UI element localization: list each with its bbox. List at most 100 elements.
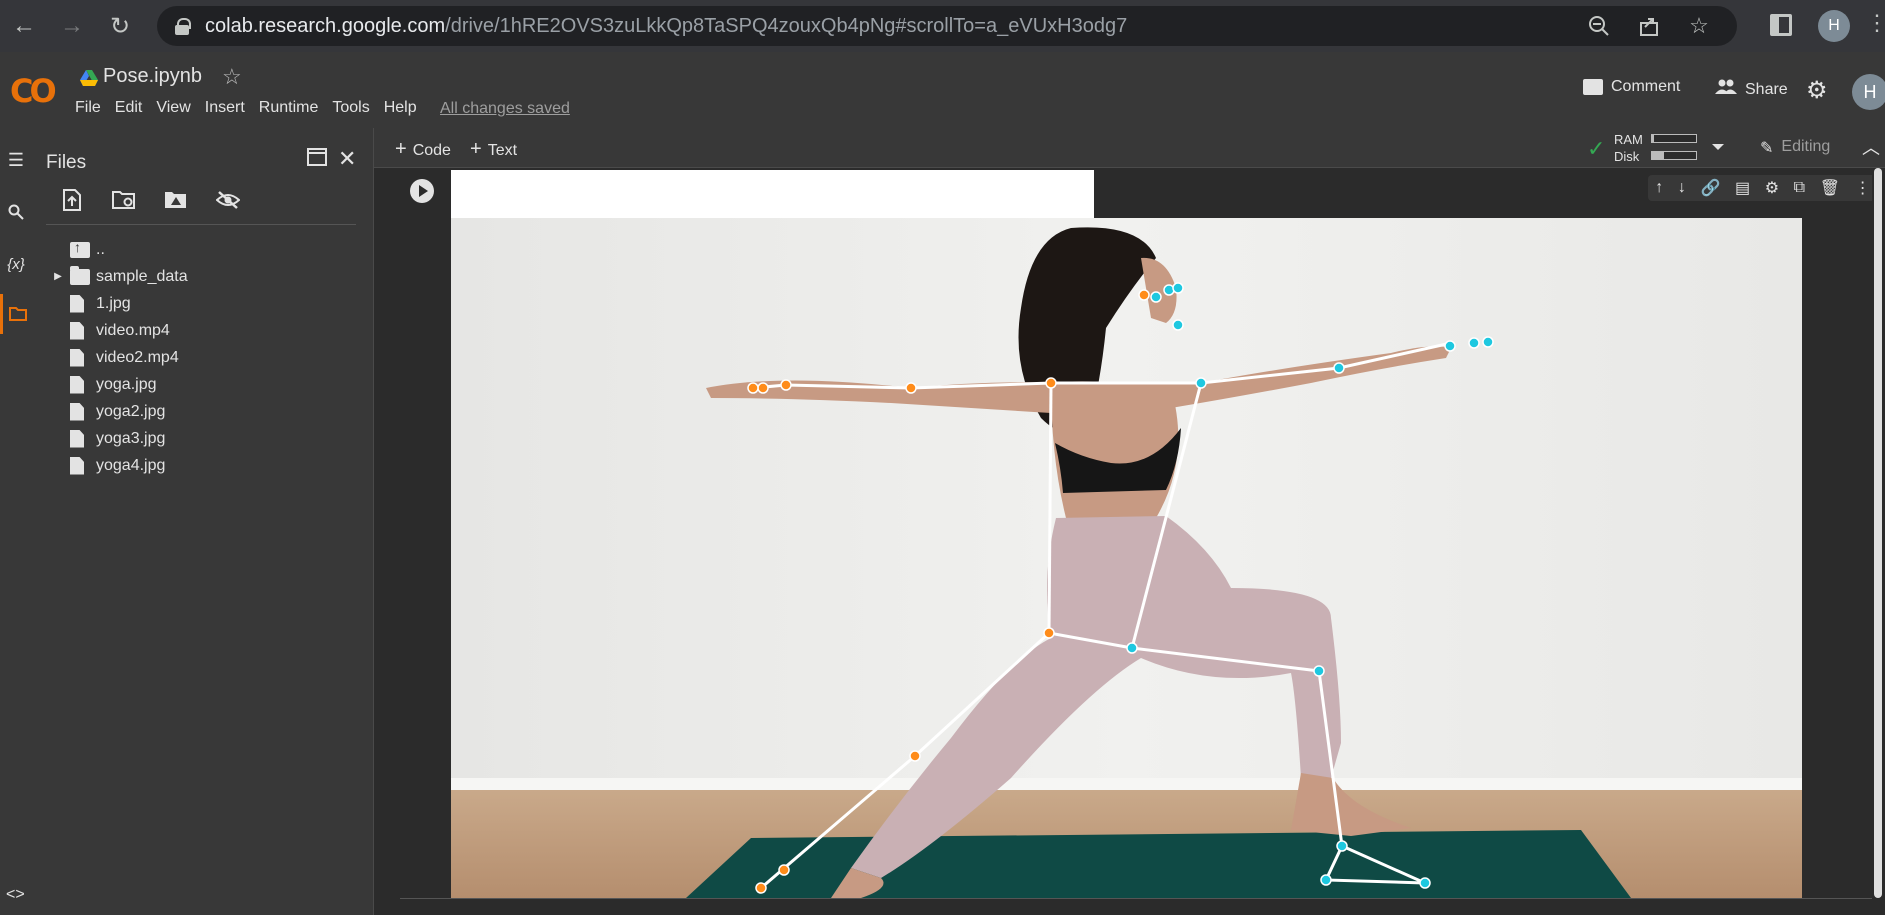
keypoint [1482, 336, 1494, 348]
browser-profile-avatar[interactable]: H [1818, 10, 1850, 42]
file-icon [70, 321, 96, 340]
add-code-button[interactable]: + Code [395, 138, 451, 161]
keypoint [1043, 627, 1055, 639]
cell-settings-icon[interactable]: ⚙ [1765, 178, 1779, 198]
save-status[interactable]: All changes saved [440, 100, 570, 118]
file-tree-item[interactable]: video2.mp4 [46, 344, 188, 371]
files-folder-icon[interactable] [0, 294, 32, 334]
file-name: .. [96, 240, 105, 258]
comment-cell-icon[interactable]: ▤ [1735, 178, 1750, 198]
add-text-label: Text [487, 142, 518, 159]
disk-usage-bar[interactable] [1651, 151, 1697, 160]
move-down-icon[interactable]: ↓ [1678, 179, 1686, 197]
keypoint [1313, 665, 1325, 677]
menu-insert[interactable]: Insert [205, 99, 245, 117]
share-page-icon[interactable] [1635, 12, 1663, 40]
upload-icon[interactable] [60, 188, 84, 212]
back-icon[interactable]: ← [0, 0, 48, 52]
file-tree-item[interactable]: yoga3.jpg [46, 425, 188, 452]
side-panel-icon[interactable] [1770, 14, 1792, 36]
bookmark-star-icon[interactable]: ☆ [1685, 12, 1713, 40]
move-up-icon[interactable]: ↑ [1655, 179, 1663, 197]
cell-gutter [400, 170, 450, 898]
file-tree-item-sample-data[interactable]: ▶ sample_data [46, 263, 188, 290]
add-code-label: Code [412, 142, 451, 159]
people-icon [1715, 78, 1737, 101]
file-name: yoga2.jpg [96, 402, 166, 420]
file-icon [70, 429, 96, 448]
variables-icon[interactable]: {x} [0, 244, 32, 284]
url-host: colab.research.google.com [205, 14, 446, 37]
file-tree-item[interactable]: video.mp4 [46, 317, 188, 344]
run-cell-button[interactable] [410, 179, 434, 203]
comment-button[interactable]: Comment [1583, 78, 1680, 96]
ram-usage-fill [1652, 135, 1655, 142]
settings-gear-icon[interactable]: ⚙ [1806, 76, 1828, 105]
add-text-button[interactable]: + Text [470, 138, 517, 161]
mirror-cell-icon[interactable]: ⧉ [1794, 179, 1805, 197]
parent-folder-icon [70, 239, 96, 258]
menu-view[interactable]: View [156, 99, 190, 117]
file-tree-item[interactable]: yoga2.jpg [46, 398, 188, 425]
hide-files-icon[interactable] [216, 188, 240, 212]
browser-menu-icon[interactable]: ⋮ [1866, 10, 1885, 36]
link-icon[interactable]: 🔗 [1700, 178, 1720, 198]
keypoint [1126, 642, 1138, 654]
editing-mode-button[interactable]: ✎ Editing [1760, 138, 1830, 158]
notebook-title[interactable]: Pose.ipynb [103, 65, 202, 88]
keypoint [780, 379, 792, 391]
reload-icon[interactable]: ↻ [96, 0, 144, 52]
pose-output-image [451, 218, 1802, 898]
files-toolbar [60, 188, 240, 212]
keypoint [1320, 874, 1332, 886]
comment-icon [1583, 79, 1603, 95]
file-tree-item-parent[interactable]: .. [46, 236, 188, 263]
colab-logo[interactable]: CO [10, 72, 57, 110]
plus-icon: + [470, 138, 482, 160]
collapse-header-icon[interactable]: ︿ [1862, 134, 1880, 160]
url-text[interactable]: colab.research.google.com/drive/1hRE2OVS… [205, 15, 1127, 38]
file-name: sample_data [96, 267, 188, 285]
notebook-scrollbar-thumb[interactable] [1874, 168, 1882, 898]
disk-label: Disk [1614, 149, 1640, 164]
file-icon [70, 348, 96, 367]
mount-drive-icon[interactable] [164, 188, 188, 212]
keypoint [1468, 337, 1480, 349]
account-avatar[interactable]: H [1852, 74, 1885, 110]
zoom-icon[interactable] [1585, 12, 1613, 40]
torso-skin [1051, 381, 1179, 518]
menu-bar: File Edit View Insert Runtime Tools Help [75, 99, 417, 117]
keypoint [1195, 377, 1207, 389]
menu-edit[interactable]: Edit [115, 99, 143, 117]
table-of-contents-icon[interactable]: ☰ [0, 140, 32, 180]
menu-help[interactable]: Help [384, 99, 417, 117]
menu-file[interactable]: File [75, 99, 101, 117]
more-options-icon[interactable]: ⋮ [1855, 178, 1871, 198]
file-tree-item[interactable]: yoga4.jpg [46, 452, 188, 479]
menu-runtime[interactable]: Runtime [259, 99, 319, 117]
keypoint [1172, 319, 1184, 331]
ram-label: RAM [1614, 132, 1643, 147]
close-panel-icon[interactable]: ✕ [338, 146, 356, 172]
delete-cell-icon[interactable]: 🗑 [1820, 178, 1840, 198]
forward-icon[interactable]: → [48, 0, 96, 52]
address-bar[interactable]: colab.research.google.com/drive/1hRE2OVS… [157, 6, 1737, 46]
file-tree-item[interactable]: 1.jpg [46, 290, 188, 317]
open-in-tab-icon[interactable] [307, 146, 327, 172]
expand-caret-icon[interactable]: ▶ [46, 271, 70, 282]
comment-label: Comment [1611, 78, 1681, 95]
menu-tools[interactable]: Tools [332, 99, 369, 117]
runtime-dropdown-icon[interactable] [1712, 144, 1724, 150]
search-icon[interactable] [0, 192, 32, 232]
keypoint [1150, 291, 1162, 303]
lock-icon[interactable] [175, 18, 191, 35]
share-button[interactable]: Share [1715, 78, 1788, 101]
star-icon[interactable]: ☆ [222, 64, 242, 90]
colab-logo-text: CO [10, 72, 57, 110]
new-folder-icon[interactable] [112, 188, 136, 212]
file-tree-item[interactable]: yoga.jpg [46, 371, 188, 398]
keypoint [755, 882, 767, 894]
file-name: 1.jpg [96, 294, 131, 312]
ram-usage-bar[interactable] [1651, 134, 1697, 143]
code-snippets-icon[interactable]: <> [6, 886, 25, 904]
